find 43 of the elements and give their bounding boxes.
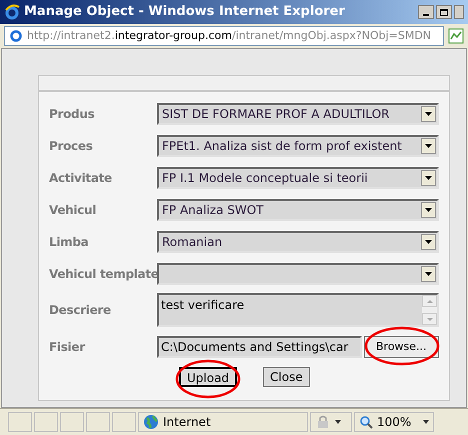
dropdown-field[interactable]: Romanian xyxy=(157,231,439,253)
dropdown-arrow-icon[interactable] xyxy=(425,144,432,148)
dropdown-field[interactable]: FPEt1. Analiza sist de form prof existent xyxy=(157,135,439,157)
globe-icon xyxy=(143,414,159,430)
field-label: Proces xyxy=(49,138,94,155)
field-label: Descriere xyxy=(49,302,112,319)
dropdown-arrow-icon[interactable] xyxy=(425,176,432,180)
dropdown-field[interactable]: FP I.1 Modele conceptuale si teorii xyxy=(157,167,439,189)
zoom-icon[interactable] xyxy=(359,415,373,429)
maximize-button[interactable] xyxy=(436,5,452,19)
dropdown-arrow-icon[interactable] xyxy=(425,208,432,212)
dropdown-arrow-icon[interactable] xyxy=(425,272,432,276)
status-pane xyxy=(60,412,84,432)
dropdown-field[interactable]: FP Analiza SWOT xyxy=(157,199,439,221)
compatibility-icon[interactable] xyxy=(448,28,464,44)
field-label: Activitate xyxy=(49,170,113,187)
browser-logo-icon xyxy=(4,4,20,20)
form-button[interactable]: Close xyxy=(263,367,310,387)
dropdown-field[interactable] xyxy=(157,263,439,285)
status-pane xyxy=(86,412,110,432)
form-button[interactable]: Upload xyxy=(179,367,238,387)
field-label: Vehicul template xyxy=(49,266,157,283)
zone-label: Internet xyxy=(163,414,211,431)
field-label: Produs xyxy=(49,106,96,123)
file-path-field[interactable]: C:\Documents and Settings\car xyxy=(157,336,362,358)
field-label: Limba xyxy=(49,234,90,251)
window-title: Manage Object - Windows Internet Explorer xyxy=(24,3,345,22)
minimize-button[interactable] xyxy=(418,5,434,19)
status-pane xyxy=(112,412,136,432)
annotation-circle xyxy=(176,360,240,398)
dropdown-arrow-icon[interactable] xyxy=(423,420,429,424)
dropdown-field[interactable]: SIST DE FORMARE PROF A ADULTILOR xyxy=(157,103,439,125)
page-icon xyxy=(9,29,23,43)
field-label: Vehicul xyxy=(49,202,98,219)
browse-button[interactable]: Browse... xyxy=(364,336,439,358)
status-pane xyxy=(8,412,32,432)
url-text: http://intranet2.integrator-group.com/intranet/mngObj.aspx?NObj=SMDN xyxy=(27,28,432,44)
dropdown-arrow-icon[interactable] xyxy=(425,112,432,116)
address-field[interactable]: http://intranet2.integrator-group.com/intranet/mngObj.aspx?NObj=SMDN xyxy=(4,26,444,46)
field-label: Fisier xyxy=(49,339,86,356)
dropdown-arrow-icon[interactable] xyxy=(425,240,432,244)
dropdown-arrow-icon[interactable] xyxy=(335,420,341,424)
status-pane xyxy=(34,412,58,432)
